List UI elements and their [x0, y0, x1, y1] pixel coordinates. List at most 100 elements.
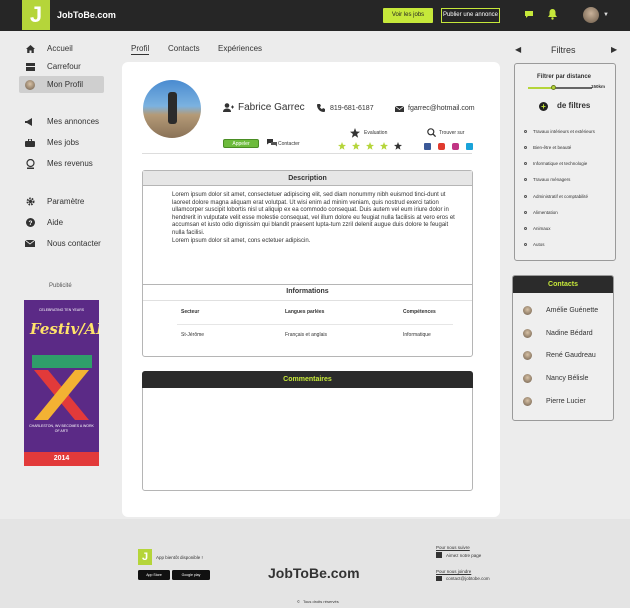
google-play-button[interactable]: Google play	[172, 570, 210, 580]
info-value-sector: St-Jérôme	[181, 332, 205, 338]
sidebar-item-settings[interactable]: Paramètre	[19, 193, 104, 210]
star-icon	[366, 142, 374, 150]
radio-icon[interactable]	[524, 178, 527, 181]
social-links	[424, 143, 473, 150]
ad-banner[interactable]: CELEBRATING TEN YEARS Festiv/ALL CHARLES…	[24, 300, 99, 466]
search-icon	[427, 128, 437, 139]
sidebar-item-my-profile[interactable]: Mon Profil	[19, 76, 104, 93]
email-link[interactable]: contact@jobtobe.com	[436, 576, 490, 581]
distance-slider-fill	[528, 87, 554, 89]
radio-icon[interactable]	[524, 130, 527, 133]
logo[interactable]: J	[22, 0, 50, 30]
sidebar-item-label: Accueil	[47, 44, 73, 53]
contact-label[interactable]: Contacter	[278, 141, 300, 147]
plus-icon[interactable]: +	[539, 102, 548, 111]
arrow-left-icon[interactable]: ◀	[515, 45, 521, 54]
contact-name: René Gaudreau	[546, 352, 596, 359]
contact-item[interactable]: Nadine Bédard	[523, 329, 593, 338]
evaluation-label: Evaluation	[364, 130, 388, 136]
follow-us-link[interactable]: Pour nous suivre	[436, 545, 470, 550]
filter-category-label: Administratif et comptabilité	[533, 194, 589, 199]
app-store-button[interactable]: App Store	[138, 570, 170, 580]
contact-item[interactable]: Nancy Bélisle	[523, 374, 588, 383]
home-icon	[25, 44, 35, 53]
contacts-panel: Contacts Amélie Guénette Nadine Bédard R…	[512, 275, 614, 421]
filter-category[interactable]: Animaux	[524, 226, 551, 231]
contact-item[interactable]: René Gaudreau	[523, 351, 596, 360]
filter-category-label: Animaux	[533, 226, 551, 231]
radio-icon[interactable]	[524, 195, 527, 198]
sidebar-item-label: Mes jobs	[47, 138, 80, 147]
contact-item[interactable]: Amélie Guénette	[523, 306, 598, 315]
sidebar-item-home[interactable]: Accueil	[19, 40, 104, 57]
tab-profile[interactable]: Profil	[131, 44, 150, 55]
checkmark-icon[interactable]	[466, 143, 473, 150]
more-filters-label[interactable]: de filtres	[557, 101, 590, 110]
radio-icon[interactable]	[524, 146, 527, 149]
radio-icon[interactable]	[524, 162, 527, 165]
sidebar-item-label: Mes annonces	[47, 117, 100, 126]
profile-photo	[143, 80, 201, 138]
star-icon	[350, 128, 360, 140]
contact-name: Nancy Bélisle	[546, 375, 589, 382]
arrow-right-icon[interactable]: ▶	[611, 45, 617, 54]
sidebar-item-my-ads[interactable]: Mes annonces	[19, 113, 104, 130]
sidebar-item-help[interactable]: ? Aide	[19, 214, 104, 231]
divider	[177, 324, 453, 325]
filter-category-label: Bien-être et beauté	[533, 145, 572, 150]
radio-icon[interactable]	[524, 227, 527, 230]
ad-tagline: CELEBRATING TEN YEARS	[38, 308, 85, 312]
comments-box: Commentaires	[142, 371, 473, 491]
filter-category-label: Autos	[533, 242, 545, 247]
sidebar-item-my-revenue[interactable]: Mes revenus	[19, 155, 104, 172]
filter-category[interactable]: Alimentation	[524, 210, 558, 215]
distance-slider-handle[interactable]	[550, 85, 556, 90]
sidebar-item-carrefour[interactable]: Carrefour	[19, 58, 104, 75]
ad-title: Festiv/ALL	[30, 320, 99, 338]
ad-label: Publicité	[49, 283, 72, 289]
chevron-down-icon[interactable]: ▼	[603, 12, 609, 18]
sidebar-item-my-jobs[interactable]: Mes jobs	[19, 134, 104, 151]
brand-name[interactable]: JobToBe.com	[57, 10, 116, 20]
filter-category[interactable]: Administratif et comptabilité	[524, 194, 588, 199]
sidebar-item-label: Paramètre	[47, 197, 85, 206]
instagram-icon[interactable]	[452, 143, 459, 150]
call-button[interactable]: Appeler	[223, 139, 259, 148]
chat-icon[interactable]	[267, 139, 277, 149]
bell-icon[interactable]	[547, 8, 558, 22]
footer-logo[interactable]: J	[138, 549, 152, 565]
profile-email[interactable]: fgarrec@hotmail.com	[408, 105, 475, 112]
filter-category[interactable]: Bien-être et beauté	[524, 145, 571, 150]
contact-us-link[interactable]: Pour nous joindre	[436, 569, 471, 574]
description-paragraph-2: Lorem ipsum dolor sit amet, cons ectetue…	[172, 237, 311, 244]
distance-slider[interactable]	[528, 85, 592, 90]
filter-category[interactable]: Travaux ménagers	[524, 177, 570, 182]
facebook-link[interactable]: Aimez notre page	[436, 552, 481, 558]
sidebar-item-contact-us[interactable]: Nous contacter	[19, 235, 104, 252]
footer-brand: JobToBe.com	[268, 565, 360, 581]
user-avatar[interactable]	[583, 7, 599, 23]
facebook-link-label: Aimez notre page	[446, 552, 482, 558]
view-jobs-button[interactable]: Voir les jobs	[383, 8, 433, 23]
tab-contacts[interactable]: Contacts	[168, 44, 200, 53]
filter-category[interactable]: Travaux intérieurs et extérieurs	[524, 129, 595, 134]
board-icon	[25, 62, 35, 71]
info-header-languages: Langues parlées	[285, 309, 325, 315]
filter-category[interactable]: Autos	[524, 242, 545, 247]
info-header-skills: Compétences	[403, 309, 436, 315]
filters-panel: Filtrer par distance 150km + de filtres …	[514, 63, 616, 261]
radio-icon[interactable]	[524, 211, 527, 214]
facebook-icon[interactable]	[424, 143, 431, 150]
contact-name: Pierre Lucier	[546, 398, 586, 405]
filter-category[interactable]: Informatique et technologie	[524, 161, 587, 166]
radio-icon[interactable]	[524, 243, 527, 246]
svg-text:?: ?	[28, 220, 32, 227]
star-icon	[338, 142, 346, 150]
profile-phone[interactable]: 819-681-6187	[330, 105, 374, 112]
contact-item[interactable]: Pierre Lucier	[523, 397, 586, 406]
chat-icon[interactable]	[524, 10, 534, 21]
post-ad-button[interactable]: Publier une annonce	[441, 8, 500, 23]
top-bar: J JobToBe.com Voir les jobs Publier une …	[0, 0, 630, 31]
youtube-icon[interactable]	[438, 143, 445, 150]
tab-experiences[interactable]: Expériences	[218, 44, 262, 53]
